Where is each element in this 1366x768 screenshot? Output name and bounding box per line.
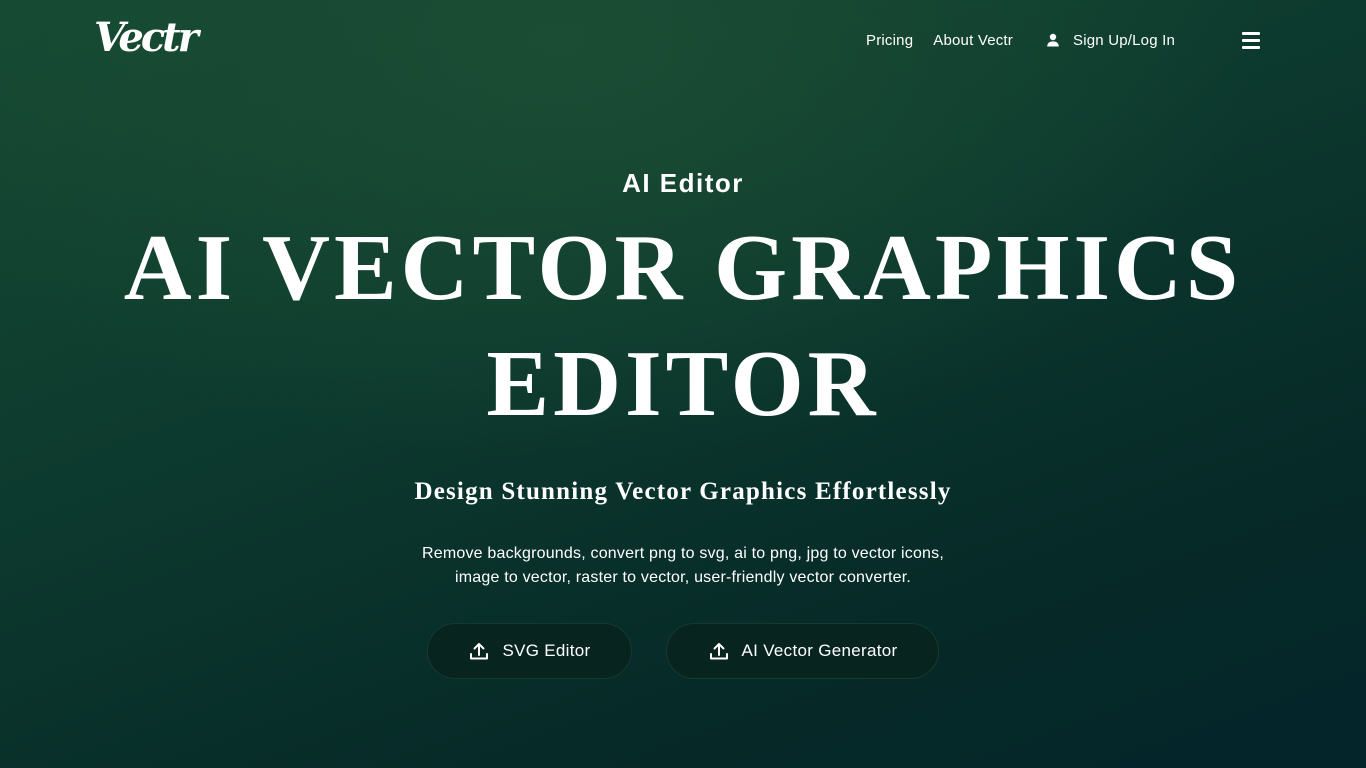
nav-pricing-link[interactable]: Pricing <box>866 32 913 49</box>
upload-icon <box>470 643 489 660</box>
hero-description-line-1: Remove backgrounds, convert png to svg, … <box>421 545 945 562</box>
upload-icon <box>709 643 728 660</box>
nav-about-link[interactable]: About Vectr <box>933 32 1013 49</box>
hero-title: AI VECTOR GRAPHICS EDITOR <box>0 210 1366 442</box>
user-icon <box>1047 33 1059 47</box>
svg-editor-label: SVG Editor <box>502 641 591 660</box>
hamburger-menu-icon[interactable] <box>1240 30 1262 50</box>
hero-description: Remove backgrounds, convert png to svg, … <box>383 542 983 590</box>
hero-kicker: AI Editor <box>622 168 744 198</box>
svg-editor-button[interactable]: SVG Editor <box>427 623 632 679</box>
ai-vector-generator-label: AI Vector Generator <box>741 641 898 660</box>
hero-description-line-2: image to vector, raster to vector, user-… <box>454 569 912 586</box>
ai-vector-generator-button[interactable]: AI Vector Generator <box>666 623 939 679</box>
nav-signup-login-link[interactable]: Sign Up/Log In <box>1045 32 1175 49</box>
hero-title-line-2: EDITOR <box>486 332 880 436</box>
hero-title-line-1: AI VECTOR GRAPHICS <box>123 216 1243 320</box>
hero-subtitle: Design Stunning Vector Graphics Effortle… <box>414 478 952 505</box>
top-navigation: Vectr Pricing About Vectr Sign Up/Log In <box>0 0 1366 80</box>
vectr-logo[interactable]: Vectr <box>94 14 199 62</box>
main-nav: Pricing About Vectr Sign Up/Log In <box>866 28 1175 52</box>
nav-signup-label: Sign Up/Log In <box>1073 31 1176 49</box>
